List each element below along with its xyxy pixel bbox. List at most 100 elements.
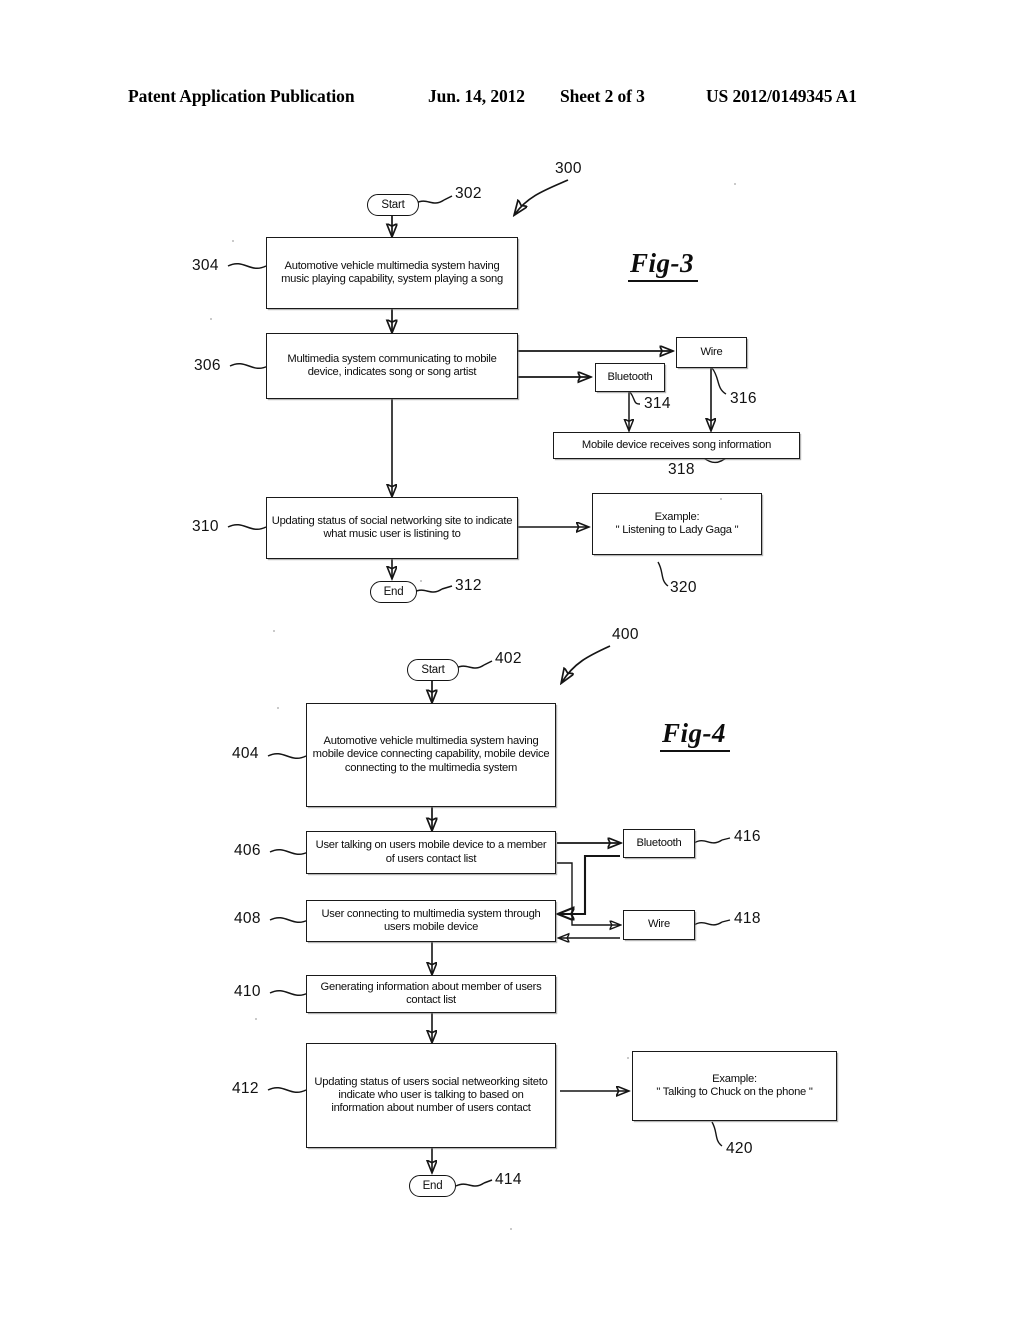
ref-408: 408: [234, 910, 261, 927]
leader-406: [269, 849, 309, 855]
node-318: Mobile device receives song information: [553, 432, 800, 459]
leader-416: [693, 839, 723, 844]
leader-404: [267, 753, 307, 759]
leader-306: [229, 363, 269, 369]
header-patent-number: US 2012/0149345 A1: [706, 86, 857, 106]
node-402-start: Start: [407, 659, 459, 681]
ref-406: 406: [234, 842, 261, 859]
diagram-ref-300-arrow: [515, 179, 569, 214]
ref-412: 412: [232, 1080, 259, 1097]
leader-316: [711, 367, 727, 395]
scan-speck: [273, 630, 275, 632]
arrow-406-to-wire: [557, 862, 620, 925]
leader-302: [415, 199, 445, 204]
node-410-label: Generating information about member of u…: [320, 980, 542, 1006]
header-sheet-label: Sheet 2 of 3: [560, 86, 645, 106]
ref-310: 310: [192, 518, 219, 535]
node-310-label: Updating status of social networking sit…: [271, 514, 513, 540]
leader-304: [227, 263, 267, 269]
node-420-line1: Example:: [712, 1072, 757, 1085]
leader-314: [629, 391, 641, 405]
header-publication-label: Patent Application Publication: [128, 86, 355, 106]
scan-speck: [277, 707, 279, 709]
leader-320: [657, 561, 669, 587]
node-320-line2: " Listening to Lady Gaga ": [615, 524, 739, 536]
leader-310: [227, 524, 267, 530]
ref-320: 320: [670, 579, 697, 596]
node-320-line1: Example:: [654, 510, 700, 523]
node-304-label: Automotive vehicle multimedia system hav…: [281, 259, 503, 285]
ref-410: 410: [234, 983, 261, 1000]
leader-408: [269, 917, 309, 923]
node-306: Multimedia system communicating to mobil…: [266, 333, 518, 399]
node-402-label: Start: [421, 664, 445, 676]
node-412-label: Updating status of users social netweork…: [314, 1075, 548, 1115]
ref-402: 402: [495, 650, 522, 667]
node-320-example: Example: " Listening to Lady Gaga ": [592, 493, 762, 555]
node-404: Automotive vehicle multimedia system hav…: [306, 703, 556, 807]
ref-314: 314: [644, 395, 671, 412]
node-408-label: User connecting to multimedia system thr…: [321, 907, 541, 933]
scan-speck: [734, 183, 736, 185]
diagram-ref-300: 300: [555, 160, 582, 177]
node-314-bluetooth: Bluetooth: [595, 363, 665, 392]
scan-speck: [627, 1057, 629, 1059]
figure-4-label: Fig-4: [659, 718, 731, 752]
scan-speck: [720, 498, 722, 500]
scan-speck: [510, 1228, 512, 1230]
node-316-label: Wire: [700, 345, 723, 358]
node-314-label: Bluetooth: [607, 370, 653, 383]
node-414-end: End: [409, 1175, 456, 1197]
node-420-line2: " Talking to Chuck on the phone ": [656, 1086, 813, 1098]
leader-410: [269, 990, 309, 996]
scan-speck: [232, 240, 234, 242]
node-406: User talking on users mobile device to a…: [306, 831, 556, 874]
page-header: Patent Application Publication Jun. 14, …: [0, 86, 1024, 112]
ref-416: 416: [734, 828, 761, 845]
node-406-label: User talking on users mobile device to a…: [315, 839, 547, 865]
node-302-label: Start: [381, 199, 405, 211]
scan-speck: [420, 580, 422, 582]
node-304: Automotive vehicle multimedia system hav…: [266, 237, 518, 309]
scan-speck: [210, 318, 212, 320]
leader-312: [413, 588, 443, 593]
scan-speck: [255, 1018, 257, 1020]
ref-304: 304: [192, 257, 219, 274]
ref-318: 318: [668, 461, 695, 478]
diagram-ref-400-arrow: [562, 645, 611, 682]
node-312-end: End: [370, 581, 417, 603]
ref-420: 420: [726, 1140, 753, 1157]
node-412: Updating status of users social netweork…: [306, 1043, 556, 1148]
ref-414: 414: [495, 1171, 522, 1188]
node-420-example: Example: " Talking to Chuck on the phone…: [632, 1051, 837, 1121]
node-316-wire: Wire: [676, 337, 747, 368]
node-416-bluetooth: Bluetooth: [623, 829, 695, 858]
node-404-label: Automotive vehicle multimedia system hav…: [312, 735, 550, 774]
leader-412: [267, 1087, 307, 1093]
node-318-label: Mobile device receives song information: [581, 438, 772, 451]
leader-418: [693, 921, 723, 926]
node-418-wire: Wire: [623, 910, 695, 940]
arrow-bluetooth-to-408: [559, 854, 620, 914]
node-414-label: End: [422, 1180, 443, 1192]
node-312-label: End: [383, 586, 404, 598]
node-306-label: Multimedia system communicating to mobil…: [287, 352, 497, 378]
ref-302: 302: [455, 185, 482, 202]
diagram-ref-400: 400: [612, 626, 639, 643]
node-418-label: Wire: [648, 918, 670, 931]
leader-402: [455, 664, 485, 669]
leader-414: [455, 1182, 485, 1187]
node-310: Updating status of social networking sit…: [266, 497, 518, 559]
node-302-start: Start: [367, 194, 419, 216]
ref-306: 306: [194, 357, 221, 374]
ref-316: 316: [730, 390, 757, 407]
ref-404: 404: [232, 745, 259, 762]
node-410: Generating information about member of u…: [306, 975, 556, 1013]
figure-3-label: Fig-3: [627, 248, 699, 282]
header-date-label: Jun. 14, 2012: [428, 86, 525, 106]
leader-420: [711, 1121, 723, 1147]
node-416-label: Bluetooth: [636, 836, 682, 849]
ref-312: 312: [455, 577, 482, 594]
ref-418: 418: [734, 910, 761, 927]
node-408: User connecting to multimedia system thr…: [306, 900, 556, 942]
